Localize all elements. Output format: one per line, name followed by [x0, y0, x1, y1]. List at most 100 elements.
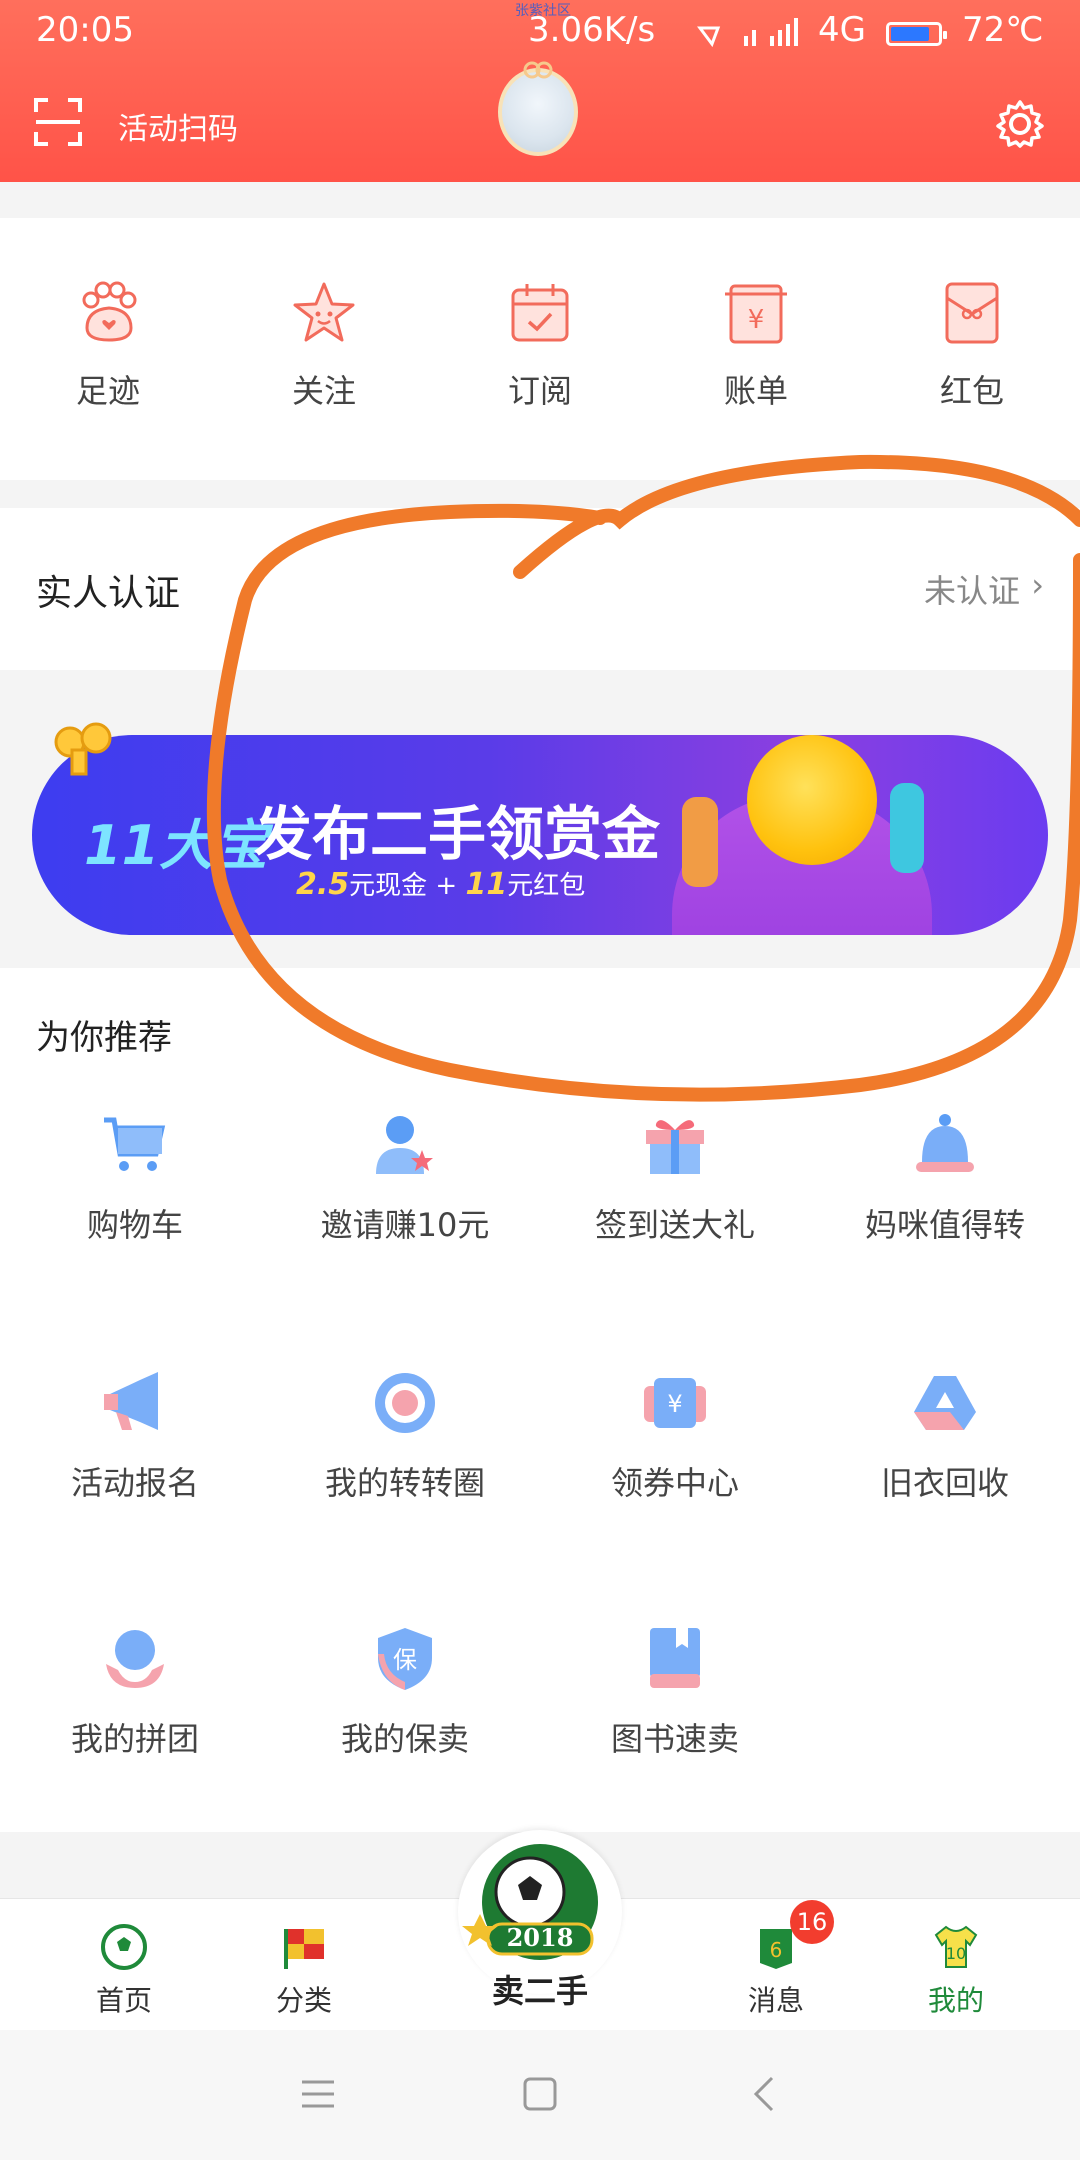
- verification-row[interactable]: 实人认证 未认证 ›: [0, 508, 1080, 670]
- gear-icon[interactable]: [994, 98, 1046, 150]
- home-square-icon[interactable]: [522, 2076, 558, 2112]
- status-network: 4G: [818, 10, 866, 50]
- recommend-label: 购物车: [86, 1206, 183, 1244]
- status-time: 20:05: [36, 10, 134, 50]
- recommend-books[interactable]: 图书速卖: [540, 1624, 810, 1760]
- recommend-guarantee[interactable]: 保 我的保卖: [270, 1624, 540, 1760]
- promo-banner[interactable]: 11大宝 发布二手领赏金 2.5元现金 + 11元红包: [32, 735, 1048, 935]
- svg-text:10: 10: [946, 1944, 966, 1963]
- flag-icon: [284, 1929, 324, 1969]
- key-icon: [54, 722, 112, 776]
- status-speed: 3.06K/s: [528, 10, 656, 50]
- banner-subtitle: 2.5元现金 + 11元红包: [296, 865, 585, 902]
- shortcut-follow[interactable]: 关注: [254, 278, 394, 412]
- tab-label: 分类: [275, 1984, 332, 2017]
- recycle-icon: [914, 1376, 976, 1430]
- chevron-right-icon: ›: [1031, 566, 1044, 604]
- book-icon: [650, 1628, 700, 1688]
- verification-status: 未认证: [923, 572, 1020, 610]
- avatar[interactable]: [498, 68, 578, 156]
- person-illustration: [682, 797, 718, 887]
- tab-me[interactable]: 10 我的: [896, 1923, 1016, 2019]
- recommend-section: 为你推荐 购物车 邀请赚10元 签到送大礼 妈咪值得转 活动报名 我的转转圈 ¥…: [0, 968, 1080, 1832]
- recommend-title: 为你推荐: [36, 1018, 172, 1058]
- recommend-label: 领券中心: [610, 1464, 739, 1502]
- shortcut-label: 订阅: [507, 372, 572, 410]
- recommend-checkin[interactable]: 签到送大礼: [540, 1110, 810, 1246]
- recommend-label: 活动报名: [70, 1464, 199, 1502]
- back-icon[interactable]: [752, 2076, 776, 2112]
- shortcut-subscribe[interactable]: 订阅: [470, 278, 610, 412]
- banner-cash-amount: 2.5: [296, 867, 350, 902]
- app-header: 20:05 张紫社区 3.06K/s 4G 72℃ 活动扫码: [0, 0, 1080, 182]
- svg-text:¥: ¥: [667, 1390, 682, 1418]
- recommend-label: 我的拼团: [70, 1720, 199, 1758]
- recommend-label: 邀请赚10元: [320, 1206, 490, 1244]
- shortcut-label: 足迹: [75, 372, 140, 410]
- tab-category[interactable]: 分类: [244, 1923, 364, 2019]
- system-nav-bar: [0, 2030, 1080, 2160]
- tab-label: 首页: [95, 1984, 152, 2017]
- menu-icon[interactable]: [300, 2078, 336, 2110]
- avatar-key-icon: [523, 61, 553, 79]
- recommend-label: 我的保卖: [340, 1720, 469, 1758]
- bill-icon: ¥: [725, 284, 787, 344]
- recommend-label: 旧衣回收: [880, 1464, 1009, 1502]
- banner-title: 发布二手领赏金: [254, 800, 661, 868]
- verification-title: 实人认证: [36, 573, 181, 614]
- group-icon: [106, 1630, 164, 1688]
- megaphone-icon: [104, 1372, 158, 1430]
- unread-badge: 16: [790, 1900, 834, 1944]
- recommend-recycle[interactable]: 旧衣回收: [810, 1368, 1080, 1504]
- tab-label-active: 我的: [927, 1984, 984, 2017]
- banner-cash-text: 元现金 +: [349, 871, 458, 901]
- baby-hat-icon: [916, 1114, 974, 1172]
- shortcut-bill[interactable]: ¥ 账单: [686, 278, 826, 412]
- scan-label[interactable]: 活动扫码: [118, 104, 238, 148]
- center-year: 2018: [507, 1923, 574, 1952]
- banner-red-text: 元红包: [507, 871, 586, 901]
- recommend-label: 图书速卖: [610, 1720, 739, 1758]
- tab-label: 消息: [747, 1984, 804, 2017]
- shortcut-label: 账单: [723, 372, 788, 410]
- invite-icon: [376, 1116, 433, 1174]
- shield-icon: 保: [378, 1628, 432, 1690]
- svg-text:保: 保: [393, 1646, 417, 1674]
- gift-icon: [646, 1120, 704, 1174]
- recommend-coupons[interactable]: ¥ 领券中心: [540, 1368, 810, 1504]
- battery-icon: [886, 22, 947, 46]
- recommend-events[interactable]: 活动报名: [0, 1368, 270, 1504]
- circle-icon: [375, 1373, 435, 1433]
- recommend-mommy[interactable]: 妈咪值得转: [810, 1110, 1080, 1246]
- recommend-cart[interactable]: 购物车: [0, 1110, 270, 1246]
- recommend-label: 我的转转圈: [324, 1464, 485, 1502]
- sell-label: 卖二手: [491, 1972, 588, 2010]
- soccer-ball-icon: [101, 1924, 147, 1970]
- shortcut-card: 足迹 关注 订阅 ¥ 账单 红包: [0, 218, 1080, 480]
- shortcut-label: 红包: [939, 372, 1004, 410]
- coupon-icon: ¥: [644, 1378, 706, 1428]
- banner-red-amount: 11: [465, 867, 508, 902]
- coin-illustration: [747, 735, 877, 865]
- banner-brand: 11大宝: [84, 814, 268, 877]
- jersey-icon: 10: [934, 1925, 978, 1968]
- scan-icon[interactable]: [32, 96, 84, 148]
- red-envelope-icon: [945, 282, 999, 344]
- recommend-label: 签到送大礼: [594, 1206, 755, 1244]
- recommend-circle[interactable]: 我的转转圈: [270, 1368, 540, 1504]
- recommend-label: 妈咪值得转: [864, 1206, 1025, 1244]
- alarm-icon: [697, 26, 721, 48]
- star-icon: [293, 282, 355, 342]
- cart-icon: [104, 1117, 166, 1171]
- recommend-group-buy[interactable]: 我的拼团: [0, 1624, 270, 1760]
- shortcut-footprint[interactable]: 足迹: [38, 278, 178, 412]
- recommend-invite[interactable]: 邀请赚10元: [270, 1110, 540, 1246]
- tab-home[interactable]: 首页: [64, 1923, 184, 2019]
- status-battery-temp: 72℃: [962, 10, 1044, 50]
- shortcut-red-envelope[interactable]: 红包: [902, 278, 1042, 412]
- calendar-icon: [511, 284, 569, 342]
- paw-icon: [82, 281, 137, 342]
- svg-text:¥: ¥: [748, 305, 765, 335]
- shortcut-label: 关注: [291, 372, 356, 410]
- svg-text:6: 6: [770, 1938, 783, 1962]
